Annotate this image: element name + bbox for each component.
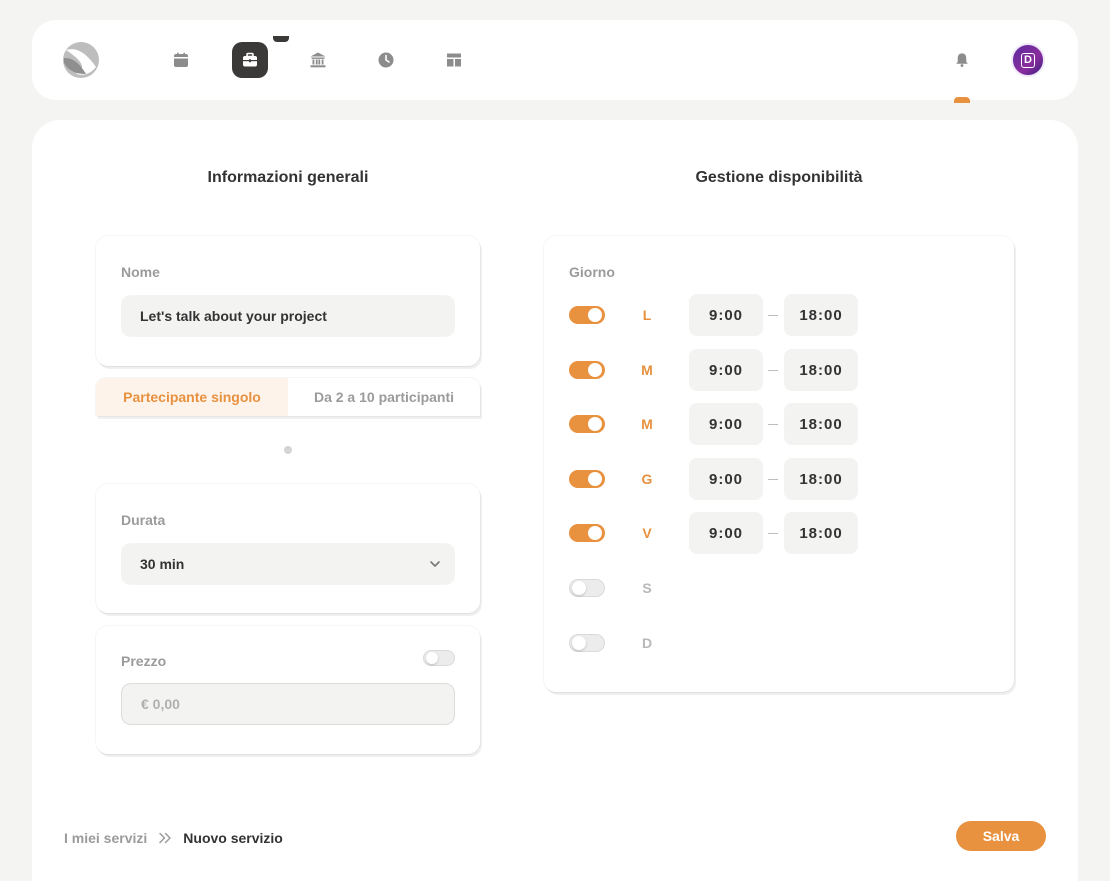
time-range-separator xyxy=(768,424,778,425)
general-info-title: Informazioni generali xyxy=(207,169,369,186)
day-toggle[interactable] xyxy=(569,415,605,433)
toggle-knob xyxy=(572,636,586,650)
user-avatar[interactable]: D xyxy=(1011,43,1045,77)
single-participant-tab[interactable]: Partecipante singolo xyxy=(96,378,288,416)
layout-icon xyxy=(447,53,461,67)
briefcase-icon xyxy=(243,52,257,67)
calendar-icon xyxy=(174,52,188,67)
toggle-knob xyxy=(588,308,602,322)
group-participants-tab[interactable]: Da 2 a 10 participanti xyxy=(288,378,480,416)
name-input[interactable]: Let's talk about your project xyxy=(121,295,455,337)
duration-value: 30 min xyxy=(140,556,185,572)
day-letter: S xyxy=(642,580,652,596)
day-letter: M xyxy=(641,416,653,432)
double-chevron-right-icon xyxy=(159,832,172,844)
active-nav-indicator xyxy=(273,36,289,42)
day-letter: G xyxy=(641,471,653,487)
end-time-input[interactable]: 18:00 xyxy=(784,403,858,445)
toggle-knob xyxy=(572,581,586,595)
time-range-separator xyxy=(768,370,778,371)
nav-layout-button[interactable] xyxy=(436,42,472,78)
end-time-input[interactable]: 18:00 xyxy=(784,512,858,554)
nav-services-button[interactable] xyxy=(232,42,268,78)
toggle-knob xyxy=(588,526,602,540)
clock-icon xyxy=(378,52,394,68)
chevron-down-icon xyxy=(430,561,440,567)
start-time-input[interactable]: 9:00 xyxy=(689,458,763,500)
day-toggle[interactable] xyxy=(569,361,605,379)
bell-icon xyxy=(956,53,968,67)
nav-history-button[interactable] xyxy=(368,42,404,78)
pagination-dot xyxy=(284,446,292,454)
day-column-header: Giorno xyxy=(569,264,615,280)
name-card: Nome Let's talk about your project xyxy=(96,236,480,366)
nav-bank-button[interactable] xyxy=(300,42,336,78)
toggle-knob xyxy=(588,417,602,431)
duration-card: Durata 30 min xyxy=(96,484,480,613)
breadcrumb-parent-link[interactable]: I miei servizi xyxy=(64,830,147,846)
start-time-input[interactable]: 9:00 xyxy=(689,294,763,336)
start-time-input[interactable]: 9:00 xyxy=(689,403,763,445)
price-card: Prezzo € 0,00 xyxy=(96,626,480,754)
start-time-input[interactable]: 9:00 xyxy=(689,512,763,554)
main-panel: Informazioni generali Gestione disponibi… xyxy=(32,120,1078,881)
availability-card: Giorno L 9:00 18:00 M 9:00 18:00 M 9:00 18:00 G 9:… xyxy=(544,236,1014,692)
save-button[interactable]: Salva xyxy=(956,821,1046,851)
toggle-knob xyxy=(426,652,438,664)
end-time-input[interactable]: 18:00 xyxy=(784,349,858,391)
price-toggle[interactable] xyxy=(423,650,455,666)
bank-icon xyxy=(310,52,326,68)
price-label: Prezzo xyxy=(121,653,167,669)
day-letter: D xyxy=(641,635,653,651)
price-input[interactable]: € 0,00 xyxy=(121,683,455,725)
day-letter: M xyxy=(641,362,653,378)
day-toggle[interactable] xyxy=(569,470,605,488)
time-range-separator xyxy=(768,315,778,316)
nav-calendar-button[interactable] xyxy=(163,42,199,78)
avatar-initial: D xyxy=(1021,52,1035,68)
breadcrumb: I miei servizi Nuovo servizio xyxy=(64,830,283,846)
notifications-indicator xyxy=(954,97,970,103)
day-toggle[interactable] xyxy=(569,524,605,542)
day-toggle[interactable] xyxy=(569,634,605,652)
notifications-button[interactable] xyxy=(951,49,973,71)
time-range-separator xyxy=(768,479,778,480)
day-letter: V xyxy=(642,525,652,541)
toggle-knob xyxy=(588,472,602,486)
start-time-input[interactable]: 9:00 xyxy=(689,349,763,391)
top-navigation: D xyxy=(32,20,1078,100)
availability-title: Gestione disponibilità xyxy=(695,169,863,186)
day-letter: L xyxy=(642,307,652,323)
participants-selector: Partecipante singolo Da 2 a 10 participa… xyxy=(96,378,480,416)
day-toggle[interactable] xyxy=(569,579,605,597)
day-toggle[interactable] xyxy=(569,306,605,324)
end-time-input[interactable]: 18:00 xyxy=(784,294,858,336)
breadcrumb-current: Nuovo servizio xyxy=(183,830,283,846)
end-time-input[interactable]: 18:00 xyxy=(784,458,858,500)
app-logo[interactable] xyxy=(62,41,100,79)
time-range-separator xyxy=(768,533,778,534)
toggle-knob xyxy=(588,363,602,377)
duration-label: Durata xyxy=(121,512,166,528)
name-label: Nome xyxy=(121,264,160,280)
duration-select[interactable]: 30 min xyxy=(121,543,455,585)
